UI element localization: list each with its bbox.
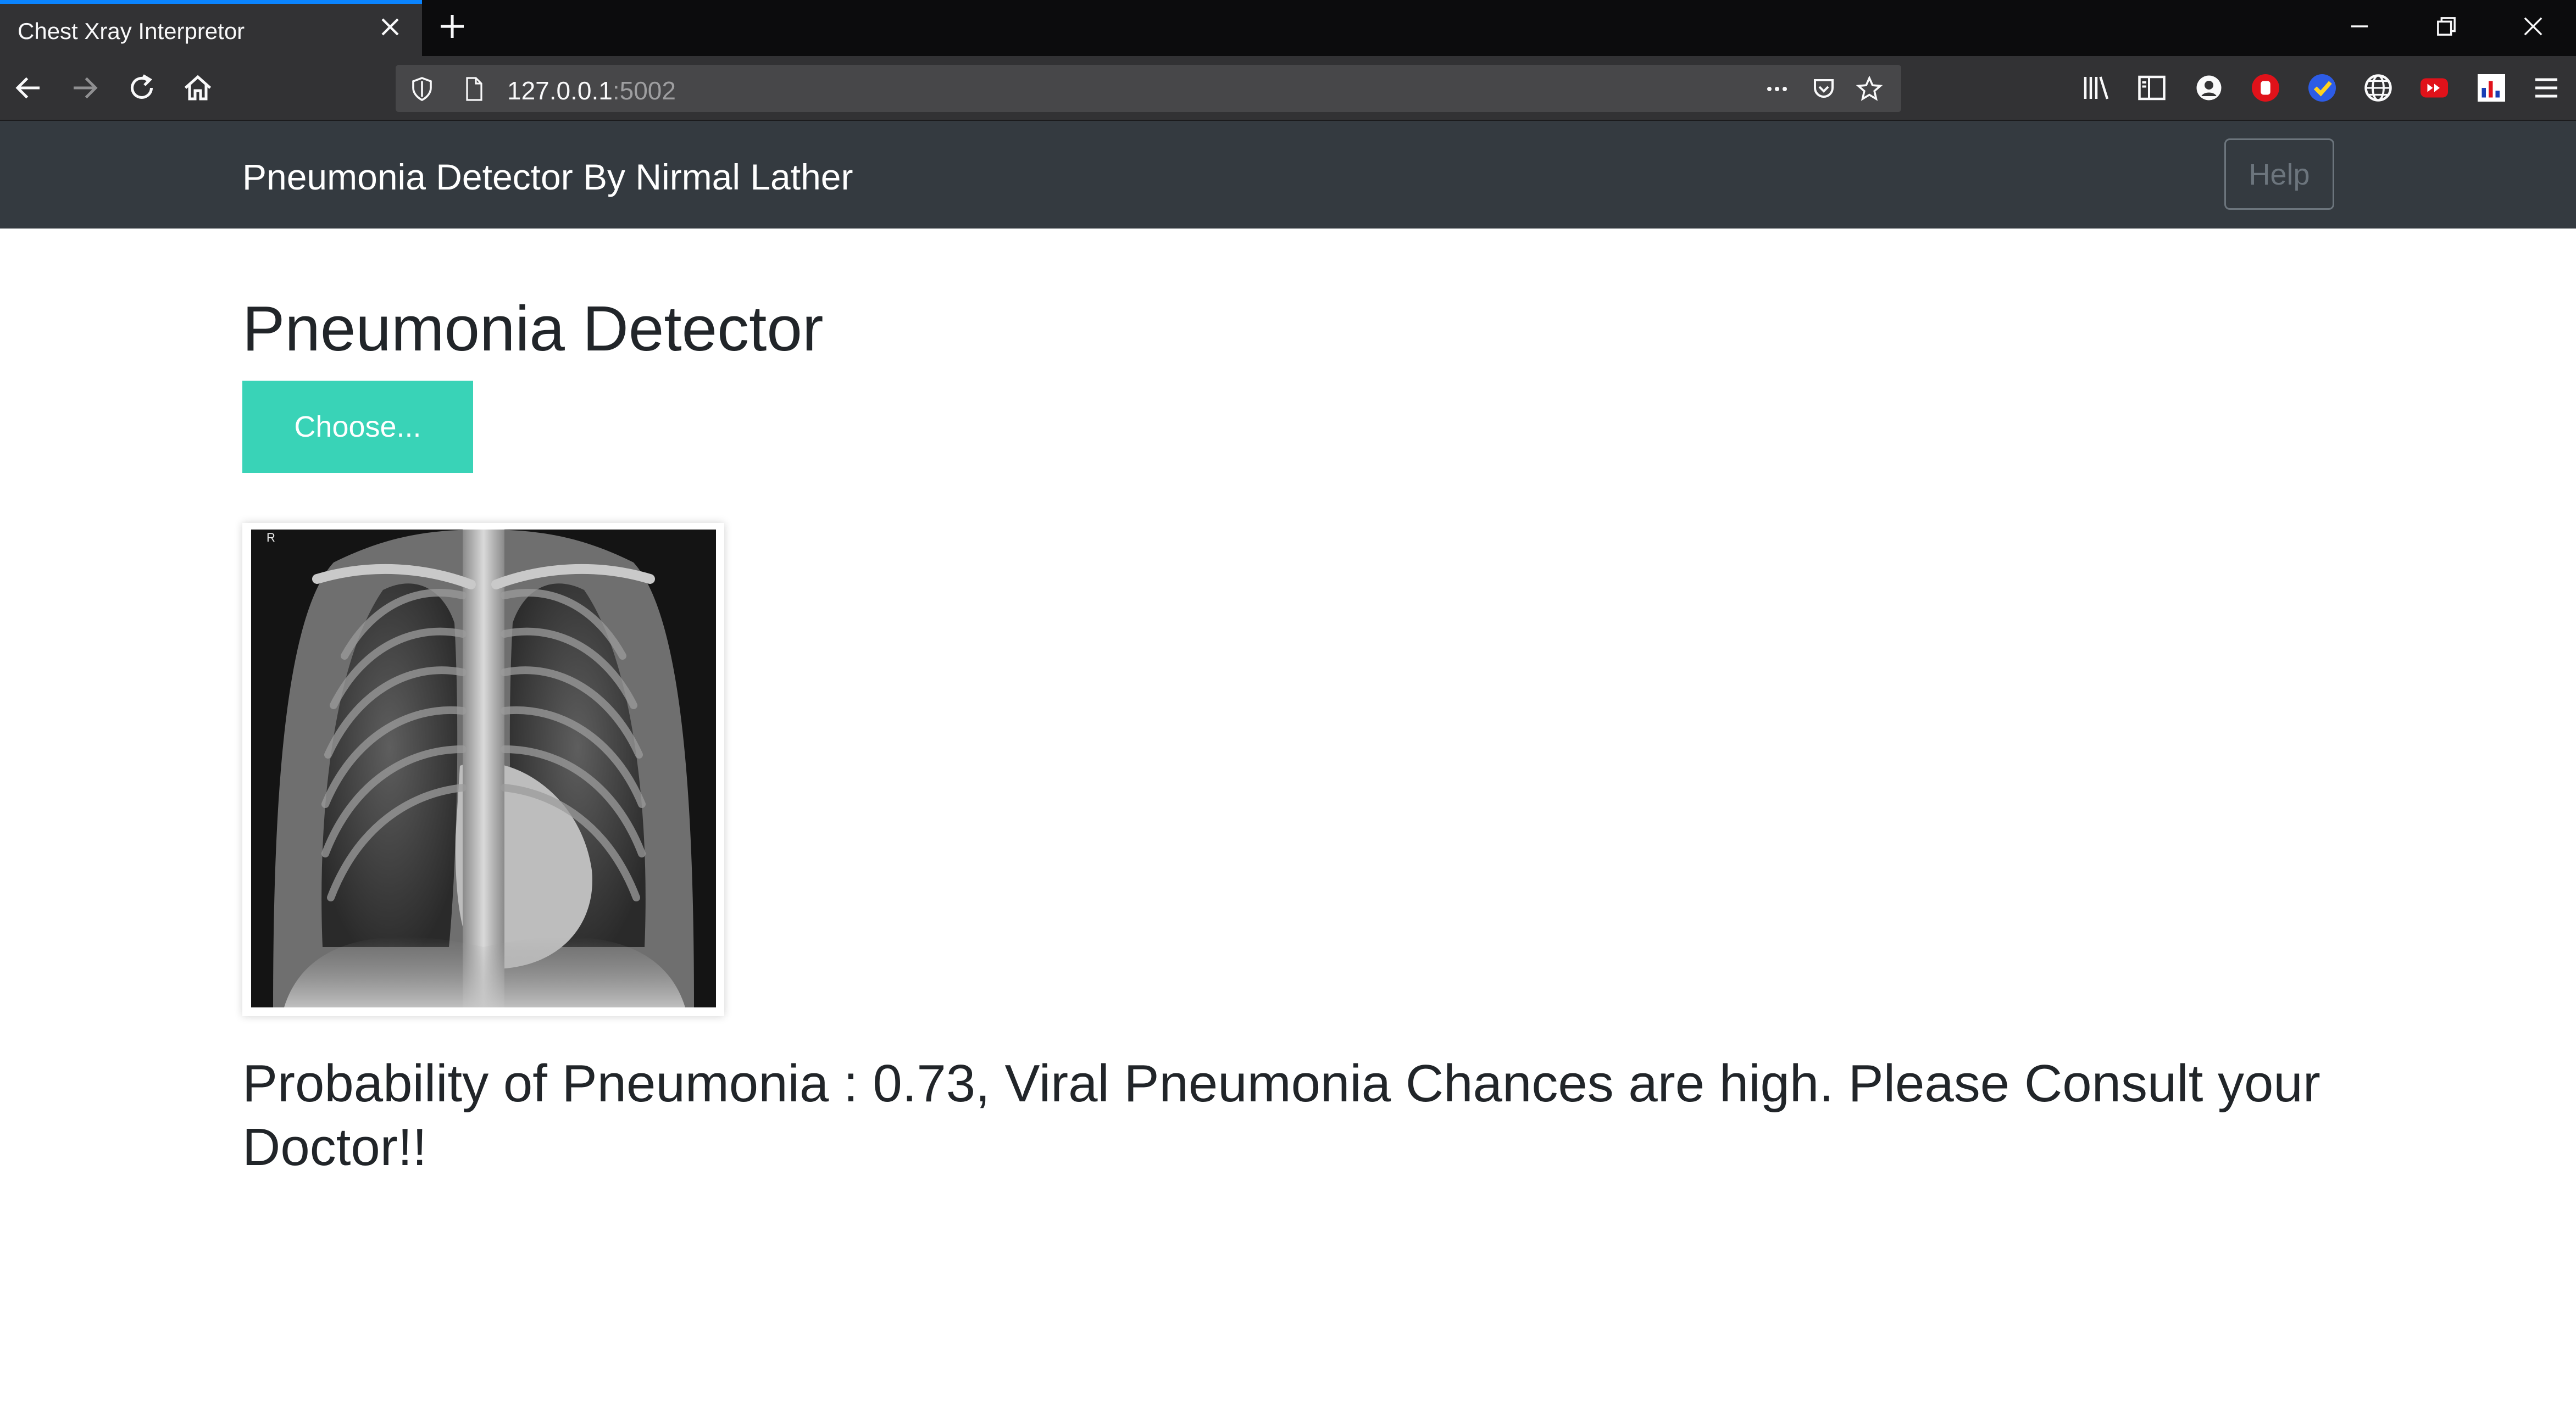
close-window-icon[interactable] [2519,12,2547,41]
stop-extension-icon[interactable] [2249,71,2282,104]
restore-icon[interactable] [2432,12,2461,41]
url-host: 127.0.0.1 [507,76,613,105]
navbar-brand[interactable]: Pneumonia Detector By Nirmal Lather [242,156,853,198]
library-icon[interactable] [2080,71,2113,104]
account-icon[interactable] [2192,71,2225,104]
video-extension-icon[interactable] [2418,71,2451,104]
page-title: Pneumonia Detector [242,293,824,364]
globe-icon[interactable] [2362,71,2395,104]
reload-icon[interactable] [125,71,158,104]
browser-tab[interactable]: Chest Xray Interpretor [0,0,422,56]
new-tab-icon[interactable] [437,11,468,42]
url-bar[interactable]: 127.0.0.1:5002 [396,65,1901,112]
minimize-icon[interactable] [2345,12,2374,41]
menu-icon[interactable] [2530,71,2563,104]
url-text[interactable]: 127.0.0.1:5002 [507,76,676,105]
back-icon[interactable] [12,71,45,104]
close-tab-icon[interactable] [377,14,403,40]
app-navbar: Pneumonia Detector By Nirmal Lather Help [0,121,2576,229]
page-info-icon[interactable] [460,76,487,102]
bookmark-star-icon[interactable] [1856,76,1883,102]
sidebar-icon[interactable] [2135,71,2168,104]
home-icon[interactable] [181,71,214,104]
browser-tab-bar: Chest Xray Interpretor [0,0,2576,56]
chest-xray-image: R [251,530,716,1007]
tracking-shield-icon[interactable] [409,76,435,102]
image-preview: R [242,523,724,1016]
pocket-icon[interactable] [1811,76,1837,102]
url-port: :5002 [612,76,676,105]
translate-extension-icon[interactable] [2475,71,2508,104]
xray-marker: R [267,531,275,544]
choose-file-button[interactable]: Choose... [242,381,473,473]
page-actions-icon[interactable] [1764,76,1790,102]
browser-toolbar: 127.0.0.1:5002 [0,56,2576,121]
help-button[interactable]: Help [2224,138,2334,210]
prediction-result: Probability of Pneumonia : 0.73, Viral P… [242,1054,2320,1177]
tab-title: Chest Xray Interpretor [18,18,245,44]
forward-icon[interactable] [68,71,101,104]
checklist-extension-icon[interactable] [2306,71,2339,104]
